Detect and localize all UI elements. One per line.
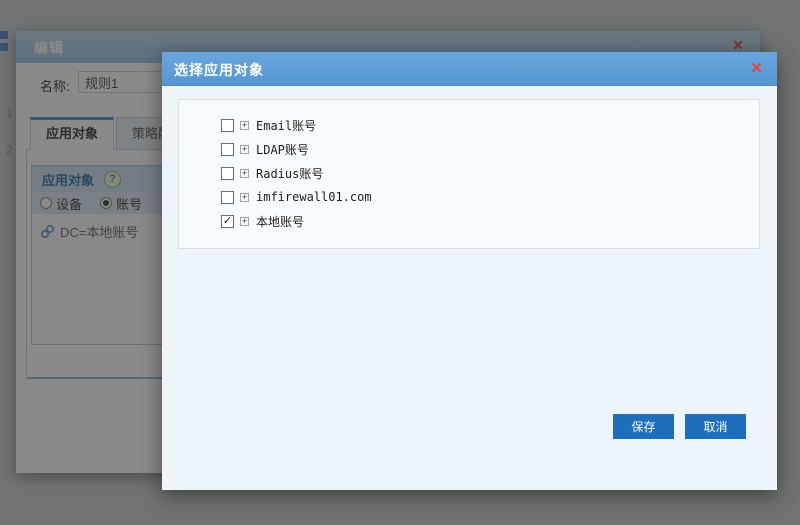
tree-row-label: 本地账号 — [256, 213, 304, 230]
checkbox[interactable] — [221, 191, 234, 204]
expand-plus-icon[interactable]: + — [240, 193, 249, 202]
tree-row-label: Radius账号 — [256, 165, 323, 182]
expand-plus-icon[interactable]: + — [240, 217, 249, 226]
select-object-modal: 选择应用对象 ✕ + Email账号 + LDAP账号 + Radius账号 +… — [162, 52, 777, 490]
object-tree-panel: + Email账号 + LDAP账号 + Radius账号 + imfirewa… — [178, 99, 760, 249]
checkbox[interactable] — [221, 143, 234, 156]
checkbox[interactable] — [221, 167, 234, 180]
cancel-button[interactable]: 取消 — [685, 414, 746, 439]
expand-plus-icon[interactable]: + — [240, 145, 249, 154]
tree-row: + imfirewall01.com — [221, 185, 759, 209]
tree-row-label: imfirewall01.com — [256, 190, 372, 204]
modal-close-icon[interactable]: ✕ — [750, 59, 763, 77]
tree-row-label: LDAP账号 — [256, 141, 309, 158]
tree-row: + LDAP账号 — [221, 137, 759, 161]
tree-row-label: Email账号 — [256, 117, 316, 134]
modal-titlebar: 选择应用对象 ✕ — [162, 52, 777, 86]
tree-row: + Email账号 — [221, 113, 759, 137]
tree-row: ✓ + 本地账号 — [221, 209, 759, 233]
checkbox[interactable] — [221, 119, 234, 132]
tree-row: + Radius账号 — [221, 161, 759, 185]
save-button[interactable]: 保存 — [613, 414, 674, 439]
expand-plus-icon[interactable]: + — [240, 169, 249, 178]
expand-plus-icon[interactable]: + — [240, 121, 249, 130]
screen: 1 2 编辑 ✕ 名称: 应用对象 策略配置 应用对象 ? 设备 — [0, 0, 800, 525]
modal-button-row: 保存 取消 — [613, 414, 746, 439]
checkbox[interactable]: ✓ — [221, 215, 234, 228]
modal-title: 选择应用对象 — [174, 60, 264, 80]
